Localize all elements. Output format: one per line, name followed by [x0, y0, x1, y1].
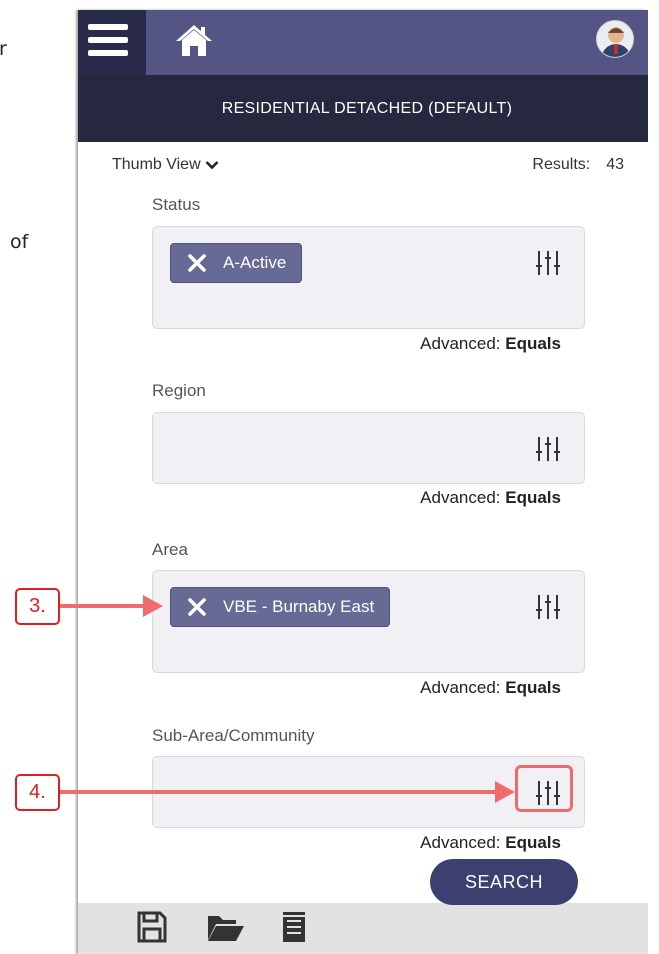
search-button-label: SEARCH: [464, 871, 543, 892]
area-field[interactable]: VBE - Burnaby East: [152, 570, 585, 673]
status-chip-label: A-Active: [223, 253, 287, 272]
search-button[interactable]: SEARCH: [430, 859, 578, 905]
region-field[interactable]: [152, 412, 585, 484]
callout-step-4: 4.: [15, 774, 60, 811]
arrow-right-icon: [143, 595, 163, 617]
remove-chip-icon[interactable]: [187, 253, 207, 273]
chevron-down-icon: [205, 161, 219, 170]
callout-arrow-3-line: [60, 604, 148, 608]
advanced-label: Advanced:: [420, 488, 501, 507]
page-title: RESIDENTIAL DETACHED (DEFAULT): [221, 99, 513, 117]
callout-step-3-label: 3.: [29, 595, 46, 617]
status-label: Status: [152, 195, 201, 214]
callout-step-4-label: 4.: [29, 781, 46, 803]
page-title-bar: RESIDENTIAL DETACHED (DEFAULT): [78, 75, 648, 142]
remove-chip-icon[interactable]: [187, 597, 207, 617]
subarea-label: Sub-Area/Community: [152, 726, 315, 745]
advanced-value: Equals: [505, 678, 561, 697]
filter-sliders-icon[interactable]: [534, 249, 562, 277]
document-list-icon[interactable]: [281, 910, 307, 944]
folder-open-icon[interactable]: [206, 910, 246, 944]
callout-arrow-4-line: [60, 790, 500, 794]
results-label: Results:: [532, 156, 591, 173]
results-number: 43: [606, 156, 624, 173]
home-icon[interactable]: [174, 22, 214, 58]
phone-screen: RESIDENTIAL DETACHED (DEFAULT) Thumb Vie…: [78, 10, 648, 954]
advanced-label: Advanced:: [420, 678, 501, 697]
avatar-image: [597, 21, 633, 57]
clipped-text-2: of: [10, 231, 29, 253]
area-chip[interactable]: VBE - Burnaby East: [170, 587, 391, 627]
hamburger-icon: [88, 24, 128, 58]
advanced-value: Equals: [505, 833, 561, 852]
region-advanced[interactable]: Advanced: Equals: [420, 488, 561, 508]
status-advanced[interactable]: Advanced: Equals: [420, 334, 561, 354]
view-mode-label: Thumb View: [112, 156, 201, 173]
area-advanced[interactable]: Advanced: Equals: [420, 678, 561, 698]
filter-sliders-icon[interactable]: [534, 435, 562, 463]
status-field[interactable]: A-Active: [152, 226, 585, 329]
area-label: Area: [152, 540, 188, 559]
advanced-label: Advanced:: [420, 334, 501, 353]
advanced-label: Advanced:: [420, 833, 501, 852]
filter-button-highlight: [515, 765, 573, 812]
top-app-bar: [78, 10, 648, 75]
advanced-value: Equals: [505, 334, 561, 353]
filter-sliders-icon[interactable]: [534, 593, 562, 621]
advanced-value: Equals: [505, 488, 561, 507]
status-chip[interactable]: A-Active: [170, 243, 303, 283]
page: r of RESIDENTIAL DETACHED (DEFAULT) Thum…: [0, 0, 659, 954]
clipped-text-1: r: [0, 38, 7, 60]
callout-step-3: 3.: [15, 588, 60, 625]
results-count: Results: 43: [532, 156, 624, 174]
user-avatar[interactable]: [596, 20, 634, 58]
subarea-advanced[interactable]: Advanced: Equals: [420, 833, 561, 853]
area-chip-label: VBE - Burnaby East: [223, 597, 375, 616]
region-label: Region: [152, 381, 206, 400]
view-bar: Thumb View Results: 43: [78, 154, 648, 178]
menu-button[interactable]: [78, 10, 146, 75]
view-mode-dropdown[interactable]: Thumb View: [112, 156, 219, 174]
arrow-right-icon: [495, 781, 515, 803]
save-icon[interactable]: [136, 910, 168, 944]
